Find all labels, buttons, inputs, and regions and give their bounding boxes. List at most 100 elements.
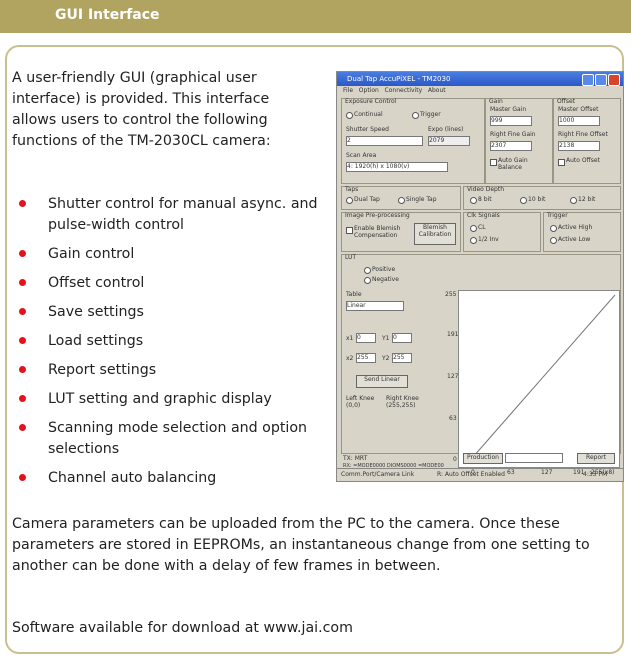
exposure-group: Exposure Control Continual Trigger Shutt…: [341, 98, 485, 184]
expo-label: Expo (lines): [428, 126, 464, 133]
video-depth-group: Video Depth 8 bit 10 bit 12 bit: [463, 186, 621, 210]
right-knee-label: Right Knee (255,255): [386, 395, 419, 409]
x1-field[interactable]: 0: [356, 333, 376, 343]
maximize-icon[interactable]: [595, 74, 607, 86]
list-item: Shutter control for manual async. and pu…: [12, 194, 322, 236]
master-gain-label: Master Gain: [490, 106, 527, 113]
fine-gain-field[interactable]: 2307: [490, 141, 532, 151]
download-note: Software available for download at www.j…: [12, 620, 353, 636]
bullet-icon: [19, 250, 26, 257]
auto-offset-label: Auto Offset: [566, 157, 600, 164]
status-time: 4:33 PM: [583, 471, 608, 478]
send-linear-button[interactable]: Send Linear: [356, 375, 408, 388]
bullet-icon: [19, 308, 26, 315]
menu-option[interactable]: Option: [359, 87, 379, 94]
list-item: Offset control: [12, 273, 322, 294]
single-tap-label: Single Tap: [406, 196, 437, 203]
minimize-icon[interactable]: [582, 74, 594, 86]
depth-12bit-radio[interactable]: [570, 197, 577, 204]
close-icon[interactable]: [608, 74, 620, 86]
gui-titlebar: Dual Tap AccuPiXEL - TM2030: [337, 72, 623, 86]
y2-label: Y2: [382, 355, 390, 362]
master-gain-field[interactable]: 999: [490, 116, 532, 126]
lut-positive-radio[interactable]: [364, 267, 371, 274]
list-item: Scanning mode selection and option selec…: [12, 418, 322, 460]
shutter-speed-select[interactable]: 2: [346, 136, 423, 146]
x1-label: x1: [346, 335, 354, 342]
continuous-radio[interactable]: [346, 112, 353, 119]
x2-label: x2: [346, 355, 354, 362]
y2-field[interactable]: 255: [392, 353, 412, 363]
video-depth-label: Video Depth: [467, 186, 504, 193]
active-high-radio[interactable]: [550, 225, 557, 232]
menu-file[interactable]: File: [343, 87, 353, 94]
lut-curve-line: [472, 294, 616, 458]
upload-paragraph: Camera parameters can be uploaded from t…: [12, 516, 590, 574]
lut-table-select[interactable]: Linear: [346, 301, 404, 311]
lut-negative-label: Negative: [372, 276, 399, 283]
preprocessing-group: Image Pre-processing Enable Blemish Comp…: [341, 212, 461, 252]
scan-area-select[interactable]: 4: 1920(h) x 1080(v): [346, 162, 448, 172]
shutter-speed-label: Shutter Speed: [346, 126, 389, 133]
dual-tap-radio[interactable]: [346, 197, 353, 204]
auto-gain-checkbox[interactable]: [490, 159, 497, 166]
gain-group-label: Gain: [489, 98, 503, 105]
lut-plot: 255 191 127 63 0 0 63 127 191 255(x8): [445, 290, 620, 476]
dual-tap-label: Dual Tap: [354, 196, 380, 203]
auto-offset-checkbox[interactable]: [558, 159, 565, 166]
preprocessing-label: Image Pre-processing: [345, 212, 410, 219]
tx-readout: TX: MRT: [343, 455, 368, 462]
gui-window-title: Dual Tap AccuPiXEL - TM2030: [347, 75, 451, 83]
master-offset-field[interactable]: 1000: [558, 116, 600, 126]
lut-table-label: Table: [346, 291, 362, 298]
trigger-label: Trigger: [420, 111, 441, 118]
trigger-radio[interactable]: [412, 112, 419, 119]
depth-8bit-radio[interactable]: [470, 197, 477, 204]
y-tick-label: 255: [445, 291, 457, 298]
bullet-icon: [19, 200, 26, 207]
x2-field[interactable]: 255: [356, 353, 376, 363]
active-low-radio[interactable]: [550, 237, 557, 244]
report-button[interactable]: Report: [577, 453, 615, 464]
list-item: Report settings: [12, 360, 322, 381]
master-offset-label: Master Offset: [558, 106, 599, 113]
menu-connectivity[interactable]: Connectivity: [385, 87, 423, 94]
taps-group: Taps Dual Tap Single Tap: [341, 186, 461, 210]
expo-lines-field[interactable]: 2079: [428, 136, 470, 146]
bullet-icon: [19, 279, 26, 286]
section-title: GUI Interface: [55, 7, 160, 23]
gain-group: Gain Master Gain 999 Right Fine Gain 230…: [485, 98, 553, 184]
gui-statusbar: Comm.Port/Camera Link R: Auto Offset Ena…: [337, 468, 623, 481]
bullet-icon: [19, 337, 26, 344]
continuous-label: Continual: [354, 111, 383, 118]
depth-8bit-label: 8 bit: [478, 196, 492, 203]
intro-text: A user-friendly GUI (graphical user inte…: [12, 70, 271, 149]
status-port: Comm.Port/Camera Link: [341, 471, 415, 478]
feature-list: Shutter control for manual async. and pu…: [12, 194, 322, 497]
bullet-icon: [19, 474, 26, 481]
production-button[interactable]: Production: [463, 453, 503, 464]
clk-cl-label: CL: [478, 224, 486, 231]
lut-negative-radio[interactable]: [364, 277, 371, 284]
y1-field[interactable]: 0: [392, 333, 412, 343]
offset-group: Offset Master Offset 1000 Right Fine Off…: [553, 98, 621, 184]
section-header-bar: GUI Interface: [0, 0, 631, 33]
production-field[interactable]: [505, 453, 563, 463]
clk-inv-radio[interactable]: [470, 237, 477, 244]
blemish-calibration-button[interactable]: Blemish Calibration: [414, 223, 456, 245]
list-item: Load settings: [12, 331, 322, 352]
auto-gain-label: Auto Gain Balance: [498, 157, 528, 171]
single-tap-radio[interactable]: [398, 197, 405, 204]
gui-menubar: File Option Connectivity About: [343, 87, 446, 94]
menu-about[interactable]: About: [428, 87, 446, 94]
clk-cl-radio[interactable]: [470, 225, 477, 232]
trigger-group-label: Trigger: [547, 212, 568, 219]
clk-inv-label: 1/2 Inv: [478, 236, 499, 243]
blemish-enable-checkbox[interactable]: [346, 227, 353, 234]
blemish-enable-label: Enable Blemish Compensation: [354, 225, 401, 239]
exposure-group-label: Exposure Control: [345, 98, 397, 105]
fine-offset-field[interactable]: 2138: [558, 141, 600, 151]
y-tick-label: 63: [449, 415, 457, 422]
fine-gain-label: Right Fine Gain: [490, 131, 536, 138]
depth-10bit-radio[interactable]: [520, 197, 527, 204]
